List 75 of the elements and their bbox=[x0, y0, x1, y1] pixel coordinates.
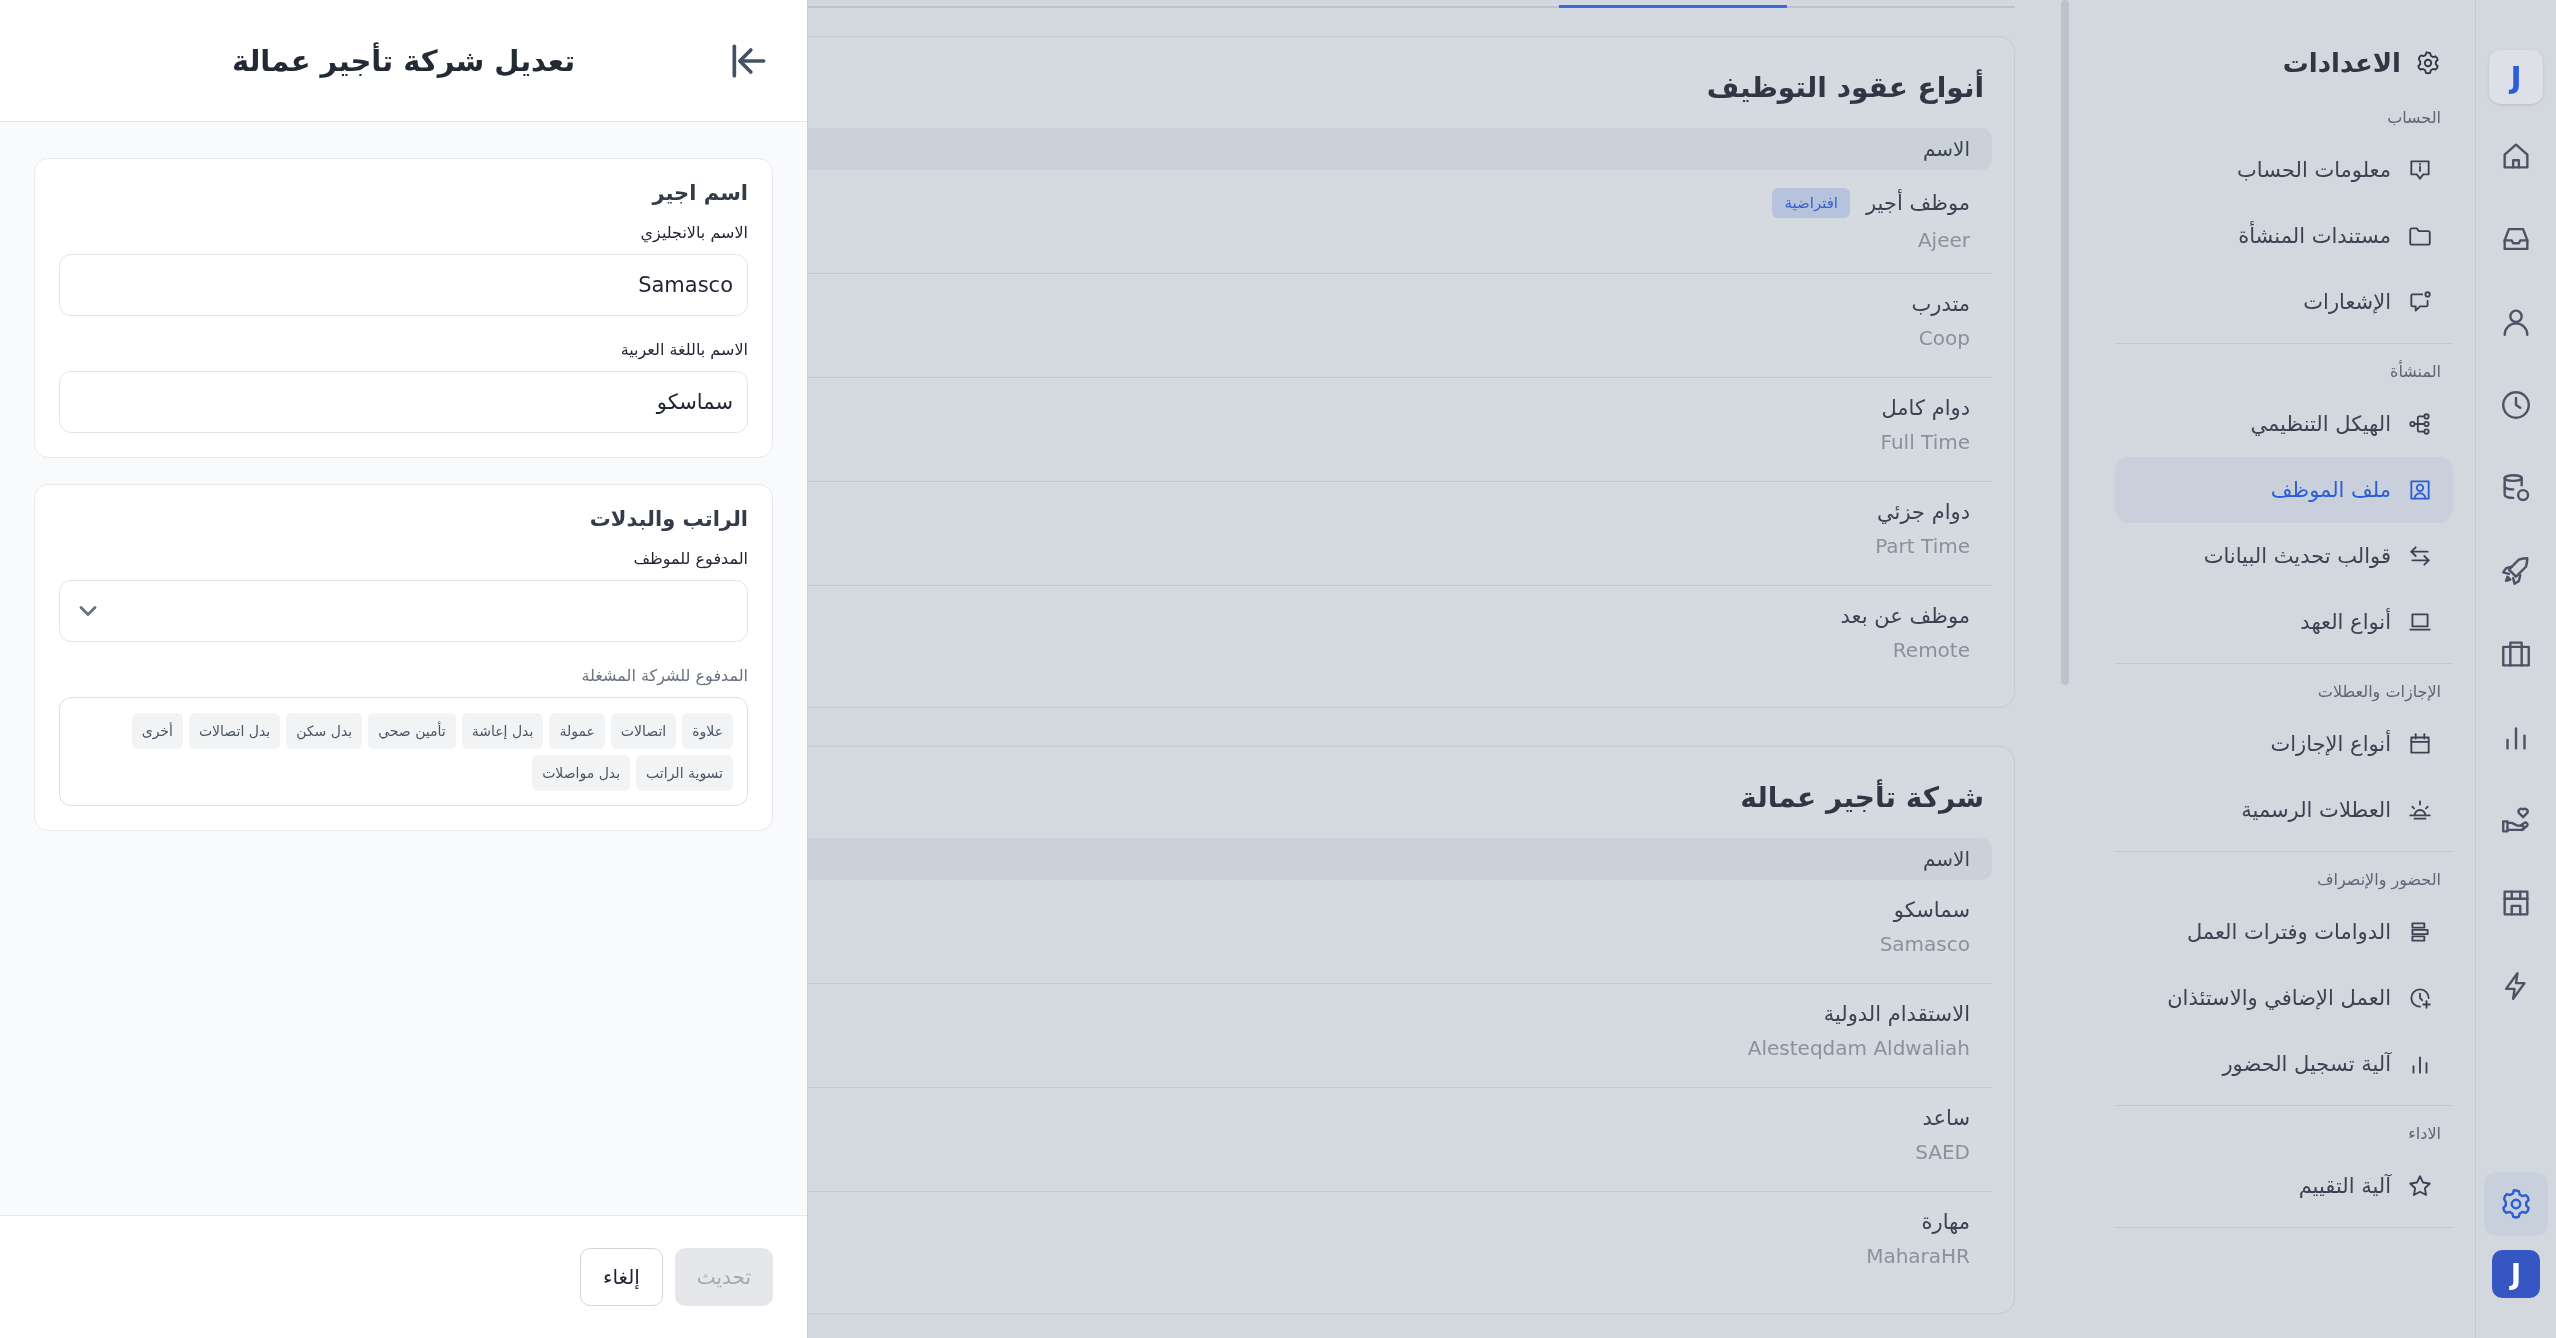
section-heading: الإجازات والعطلات bbox=[2316, 682, 2442, 701]
settings-button[interactable] bbox=[2484, 1172, 2548, 1236]
select-field[interactable] bbox=[59, 580, 748, 642]
tab[interactable] bbox=[1559, 4, 1787, 8]
tag-chip[interactable]: تأمين صحي bbox=[368, 713, 456, 749]
star-icon bbox=[2407, 1173, 2433, 1199]
sidebar-item[interactable]: العطلات الرسمية bbox=[2115, 777, 2453, 843]
sidebar-item[interactable]: قوالب تحديث البيانات bbox=[2115, 523, 2453, 589]
tag-chip[interactable]: بدل مواصلات bbox=[532, 755, 631, 791]
tag-chip[interactable]: علاوة bbox=[682, 713, 733, 749]
row-name: مهارة bbox=[1921, 1210, 1970, 1234]
row-name-english: Ajeer bbox=[1917, 228, 1970, 252]
input-field[interactable]: سماسكو bbox=[59, 371, 748, 433]
field-label: المدفوع للشركة المشغلة bbox=[580, 666, 748, 685]
tag-chip[interactable]: بدل إعاشة bbox=[461, 713, 544, 749]
sidebar-item[interactable]: أنواع الإجازات bbox=[2115, 711, 2453, 777]
row-name: متدرب bbox=[1911, 292, 1970, 316]
row-name: دوام جزئي bbox=[1877, 500, 1970, 524]
row-name: الاستقدام الدولية bbox=[1823, 1002, 1970, 1026]
row-name: ساعد bbox=[1922, 1106, 1970, 1130]
calendar-icon bbox=[2407, 731, 2433, 757]
tag-chip[interactable]: بدل سكن bbox=[286, 713, 363, 749]
sidebar-item[interactable]: أنواع العهد bbox=[2115, 589, 2453, 655]
sidebar-item[interactable]: العمل الإضافي والاستئذان bbox=[2115, 965, 2453, 1031]
row-name-english: SAED bbox=[1915, 1140, 1970, 1164]
section-heading: الحساب bbox=[2386, 108, 2442, 127]
sidebar-item[interactable]: معلومات الحساب bbox=[2115, 137, 2453, 203]
settings-icon bbox=[2499, 1187, 2533, 1221]
tag-chip[interactable]: بدل اتصالات bbox=[188, 713, 281, 749]
row-name-english: Samasco bbox=[1879, 932, 1970, 956]
tag-chip[interactable]: اتصالات bbox=[610, 713, 677, 749]
network-icon bbox=[2407, 411, 2433, 437]
section-title: اسم اجير bbox=[650, 181, 748, 205]
tag-chip[interactable]: عمولة bbox=[549, 713, 605, 749]
sidebar-item[interactable]: آلية تسجيل الحضور bbox=[2115, 1031, 2453, 1097]
tag-chip[interactable]: تسوية الراتب bbox=[636, 755, 733, 791]
row-name: سماسكو bbox=[1893, 898, 1970, 922]
settings-icon bbox=[2415, 50, 2441, 76]
sidebar-item[interactable]: ملف الموظف bbox=[2115, 457, 2453, 523]
sidebar-item[interactable]: الهيكل التنظيمي bbox=[2115, 391, 2453, 457]
sidebar-title: الاعدادات bbox=[2282, 48, 2401, 78]
card-title: أنواع عقود التوظيف bbox=[1705, 71, 1984, 104]
section-heading: المنشأة bbox=[2389, 362, 2442, 381]
user-card-icon bbox=[2407, 477, 2433, 503]
row-name-english: MaharaHR bbox=[1866, 1244, 1970, 1268]
row-name-english: Coop bbox=[1918, 326, 1970, 350]
section-heading: الاداء bbox=[2407, 1124, 2442, 1143]
row-name-english: Alesteqdam Aldwaliah bbox=[1747, 1036, 1970, 1060]
sidebar-item[interactable]: آلية التقييم bbox=[2115, 1153, 2453, 1219]
swap-arrows-icon bbox=[2407, 543, 2433, 569]
field-label: المدفوع للموظف bbox=[632, 549, 748, 568]
input-field[interactable]: Samasco bbox=[59, 254, 748, 316]
row-name-english: Part Time bbox=[1875, 534, 1970, 558]
app-logo[interactable]: J bbox=[2489, 50, 2543, 104]
field-label: الاسم بالانجليزي bbox=[639, 223, 748, 242]
drawer-title: تعديل شركة تأجير عمالة bbox=[231, 43, 576, 78]
row-name-english: Full Time bbox=[1880, 430, 1970, 454]
row-name: موظف أجير bbox=[1866, 191, 1970, 215]
cancel-button[interactable]: إلغاء bbox=[580, 1248, 663, 1306]
app-icon[interactable]: J bbox=[2492, 1250, 2540, 1298]
card-title: شركة تأجير عمالة bbox=[1739, 781, 1984, 814]
sidebar-item[interactable]: الإشعارات bbox=[2115, 269, 2453, 335]
default-badge: افتراضية bbox=[1772, 188, 1851, 218]
sidebar-item[interactable]: الدوامات وفترات العمل bbox=[2115, 899, 2453, 965]
section-heading: الحضور والإنصراف bbox=[2315, 870, 2442, 889]
field-label: الاسم باللغة العربية bbox=[619, 340, 748, 359]
row-name-english: Remote bbox=[1892, 638, 1970, 662]
clock-icon bbox=[2499, 388, 2533, 422]
row-name: موظف عن بعد bbox=[1840, 604, 1970, 628]
chat-icon bbox=[2407, 289, 2433, 315]
tag-chip[interactable]: أخرى bbox=[131, 713, 183, 749]
row-name: دوام كامل bbox=[1881, 396, 1970, 420]
section-title: الراتب والبدلات bbox=[588, 507, 748, 531]
sidebar-item[interactable]: مستندات المنشأة bbox=[2115, 203, 2453, 269]
tags-field[interactable]: علاوة اتصالات عمولة بدل إعاشة تأمين صحي بدل سكن بدل اتصالات أخرى تسوية الراتب بدل مواصلات bbox=[59, 697, 748, 806]
